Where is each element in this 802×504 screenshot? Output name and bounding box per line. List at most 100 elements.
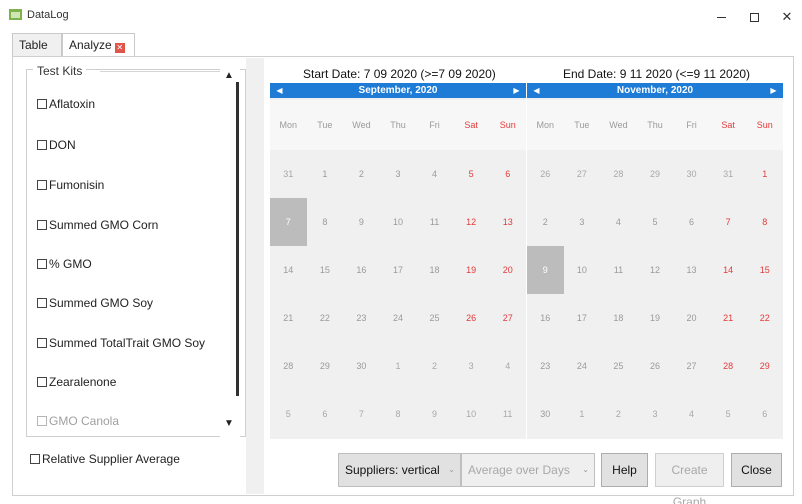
calendar-day[interactable]: 23 [343, 294, 380, 342]
close-button[interactable]: Close [731, 453, 782, 487]
calendar-day[interactable]: 11 [416, 198, 453, 246]
splitter[interactable] [246, 58, 264, 494]
calendar-day[interactable]: 25 [600, 342, 637, 390]
calendar-day[interactable]: 1 [307, 150, 344, 198]
calendar-day[interactable]: 4 [489, 342, 526, 390]
calendar-day[interactable]: 16 [343, 246, 380, 294]
calendar-day[interactable]: 30 [527, 390, 564, 438]
calendar-day[interactable]: 25 [416, 294, 453, 342]
calendar-day[interactable]: 14 [710, 246, 747, 294]
kit-aflatoxin-checkbox[interactable]: Aflatoxin [37, 97, 95, 111]
calendar-day[interactable]: 8 [380, 390, 417, 438]
scroll-up-icon[interactable]: ▲ [224, 70, 234, 81]
calendar-day[interactable]: 2 [600, 390, 637, 438]
kit-fumonisin-checkbox[interactable]: Fumonisin [37, 178, 104, 192]
calendar-day[interactable]: 20 [673, 294, 710, 342]
calendar-day[interactable]: 13 [673, 246, 710, 294]
calendar-day[interactable]: 28 [710, 342, 747, 390]
calendar-day[interactable]: 29 [307, 342, 344, 390]
calendar-day[interactable]: 20 [489, 246, 526, 294]
calendar-day[interactable]: 21 [270, 294, 307, 342]
calendar-day[interactable]: 3 [453, 342, 490, 390]
calendar-day[interactable]: 4 [673, 390, 710, 438]
calendar-day[interactable]: 31 [710, 150, 747, 198]
minimize-button[interactable] [706, 6, 736, 28]
calendar-day[interactable]: 8 [746, 198, 783, 246]
calendar-day[interactable]: 8 [307, 198, 344, 246]
calendar-day[interactable]: 26 [527, 150, 564, 198]
suppliers-dropdown[interactable]: Suppliers: vertical ⌄ [338, 453, 461, 487]
calendar-day[interactable]: 18 [416, 246, 453, 294]
calendar-day[interactable]: 22 [746, 294, 783, 342]
calendar-day[interactable]: 17 [380, 246, 417, 294]
calendar-day[interactable]: 4 [600, 198, 637, 246]
calendar-day[interactable]: 16 [527, 294, 564, 342]
calendar-day[interactable]: 30 [673, 150, 710, 198]
kits-scrollbar[interactable]: ▲ ▼ [220, 66, 240, 438]
close-window-button[interactable]: ✕ [772, 6, 802, 28]
calendar-day[interactable]: 4 [416, 150, 453, 198]
calendar-day[interactable]: 5 [637, 198, 674, 246]
calendar-day[interactable]: 12 [453, 198, 490, 246]
calendar-day[interactable]: 15 [746, 246, 783, 294]
calendar-day[interactable]: 3 [380, 150, 417, 198]
calendar-day[interactable]: 22 [307, 294, 344, 342]
kit-summed-gmo-corn-checkbox[interactable]: Summed GMO Corn [37, 218, 158, 232]
kit-don-checkbox[interactable]: DON [37, 138, 76, 152]
calendar-day[interactable]: 1 [564, 390, 601, 438]
tab-analyze[interactable]: Analyze ✕ [62, 33, 135, 57]
calendar-day[interactable]: 11 [600, 246, 637, 294]
calendar-day[interactable]: 15 [307, 246, 344, 294]
tab-table[interactable]: Table [12, 33, 62, 57]
help-button[interactable]: Help [601, 453, 648, 487]
calendar-day[interactable]: 19 [453, 246, 490, 294]
next-month-icon[interactable]: ▶ [767, 84, 780, 97]
calendar-day[interactable]: 5 [453, 150, 490, 198]
calendar-day[interactable]: 21 [710, 294, 747, 342]
calendar-day[interactable]: 14 [270, 246, 307, 294]
relative-supplier-average-checkbox[interactable]: Relative Supplier Average [30, 452, 180, 466]
next-month-icon[interactable]: ▶ [510, 84, 523, 97]
tab-close-icon[interactable]: ✕ [114, 43, 125, 53]
calendar-day-selected[interactable]: 7 [270, 198, 307, 246]
calendar-day[interactable]: 6 [746, 390, 783, 438]
calendar-day[interactable]: 27 [564, 150, 601, 198]
kit-zearalenone-checkbox[interactable]: Zearalenone [37, 375, 116, 389]
calendar-day[interactable]: 1 [746, 150, 783, 198]
calendar-day[interactable]: 31 [270, 150, 307, 198]
calendar-day[interactable]: 18 [600, 294, 637, 342]
calendar-day[interactable]: 1 [380, 342, 417, 390]
calendar-day[interactable]: 5 [270, 390, 307, 438]
calendar-day[interactable]: 10 [453, 390, 490, 438]
calendar-day[interactable]: 28 [270, 342, 307, 390]
kit-percent-gmo-checkbox[interactable]: % GMO [37, 257, 92, 271]
calendar-day[interactable]: 5 [710, 390, 747, 438]
calendar-day[interactable]: 29 [746, 342, 783, 390]
calendar-day[interactable]: 26 [453, 294, 490, 342]
calendar-day[interactable]: 10 [564, 246, 601, 294]
calendar-day[interactable]: 11 [489, 390, 526, 438]
calendar-day[interactable]: 27 [673, 342, 710, 390]
calendar-day[interactable]: 17 [564, 294, 601, 342]
maximize-button[interactable] [739, 6, 769, 28]
kit-summed-gmo-soy-checkbox[interactable]: Summed GMO Soy [37, 296, 153, 310]
calendar-day[interactable]: 2 [343, 150, 380, 198]
calendar-day[interactable]: 19 [637, 294, 674, 342]
calendar-day[interactable]: 2 [416, 342, 453, 390]
calendar-day[interactable]: 29 [637, 150, 674, 198]
prev-month-icon[interactable]: ◀ [273, 84, 286, 97]
calendar-day[interactable]: 3 [637, 390, 674, 438]
calendar-day[interactable]: 6 [307, 390, 344, 438]
calendar-day[interactable]: 30 [343, 342, 380, 390]
calendar-day[interactable]: 7 [343, 390, 380, 438]
calendar-day[interactable]: 27 [489, 294, 526, 342]
calendar-day[interactable]: 10 [380, 198, 417, 246]
calendar-day-selected[interactable]: 9 [527, 246, 564, 294]
calendar-day[interactable]: 28 [600, 150, 637, 198]
calendar-day[interactable]: 6 [673, 198, 710, 246]
calendar-day[interactable]: 24 [380, 294, 417, 342]
calendar-day[interactable]: 12 [637, 246, 674, 294]
calendar-day[interactable]: 23 [527, 342, 564, 390]
calendar-day[interactable]: 9 [416, 390, 453, 438]
calendar-day[interactable]: 7 [710, 198, 747, 246]
